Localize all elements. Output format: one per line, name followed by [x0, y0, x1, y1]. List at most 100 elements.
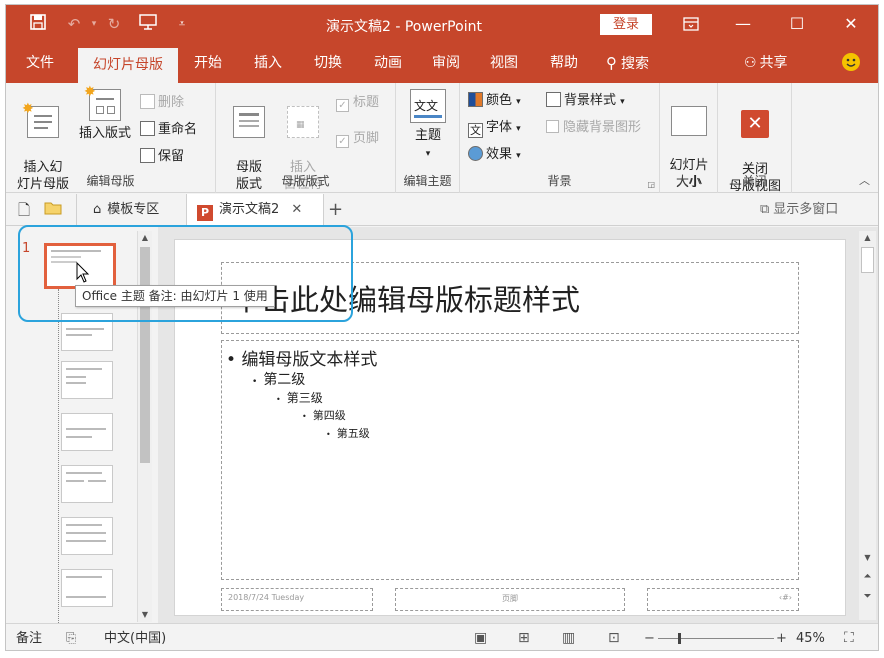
document-tab[interactable]: P 演示文稿2 ✕ — [186, 194, 324, 226]
language-label[interactable]: 中文(中国) — [104, 624, 166, 650]
maximize-icon[interactable]: ☐ — [774, 5, 820, 43]
group-label-master-layout: 母版版式 — [281, 174, 330, 188]
new-file-icon[interactable]: 🗋 — [18, 194, 30, 226]
slide-sorter-icon[interactable]: ⊞ — [518, 624, 530, 650]
open-folder-icon[interactable] — [44, 194, 62, 226]
layout-thumbnail[interactable] — [61, 465, 113, 503]
insert-slide-master-icon: ✸ — [22, 101, 59, 138]
collapse-ribbon-icon[interactable]: ︿ — [859, 172, 870, 188]
scroll-down-arrow-icon[interactable]: ▼ — [138, 608, 152, 622]
previous-slide-icon[interactable]: ⏶ — [859, 571, 876, 582]
body-level-2: • 第二级 — [252, 372, 306, 388]
effects-button[interactable]: 效果 ▾ — [468, 145, 521, 165]
notes-label[interactable]: 备注 — [16, 624, 42, 650]
tab-transitions[interactable]: 切换 — [302, 43, 354, 83]
fonts-button[interactable]: 文字体 ▾ — [468, 118, 521, 138]
minimize-icon[interactable]: — — [720, 5, 766, 43]
close-icon[interactable]: ✕ — [828, 5, 874, 43]
preserve-label: 保留 — [158, 149, 185, 164]
normal-view-icon[interactable]: ▣ — [474, 624, 487, 650]
themes-dropdown-icon: ▾ — [425, 149, 431, 159]
group-label-edit-master: 编辑母版 — [86, 174, 135, 188]
slideshow-icon[interactable]: ⊡ — [608, 624, 620, 650]
preserve-button[interactable]: 保留 — [140, 147, 184, 167]
present-icon[interactable] — [138, 14, 158, 34]
colors-icon — [468, 92, 483, 107]
layout-thumbnail[interactable] — [61, 361, 113, 399]
layout-thumbnail[interactable] — [61, 517, 113, 555]
title-checkbox[interactable]: ✓ 标题 — [336, 93, 379, 113]
themes-icon: 文文 — [410, 89, 446, 123]
fit-to-window-icon[interactable]: ⛶ — [844, 624, 854, 650]
zoom-slider[interactable] — [658, 633, 774, 644]
person-icon: ⚇ — [744, 55, 757, 71]
background-styles-button[interactable]: 背景样式 ▾ — [546, 91, 625, 111]
preserve-icon — [140, 148, 155, 163]
background-dialog-launcher-icon[interactable]: ◲ — [647, 180, 655, 189]
zoom-out-icon[interactable]: − — [644, 624, 655, 650]
powerpoint-file-icon: P — [197, 205, 213, 221]
insert-layout-button[interactable]: ✸ 插入版式 — [74, 84, 136, 142]
tab-insert[interactable]: 插入 — [242, 43, 294, 83]
reading-view-icon[interactable]: ▥ — [562, 624, 575, 650]
zoom-level[interactable]: 45% — [796, 624, 825, 650]
layout-thumbnail[interactable] — [61, 569, 113, 607]
tab-help[interactable]: 帮助 — [538, 43, 590, 83]
tab-animations[interactable]: 动画 — [362, 43, 414, 83]
group-label-close: 关闭 — [742, 174, 767, 188]
accessibility-icon[interactable]: ⎘ — [66, 624, 76, 650]
zoom-slider-thumb[interactable] — [678, 633, 681, 644]
login-button[interactable]: 登录 — [600, 14, 652, 35]
date-placeholder[interactable]: 2018/7/24 Tuesday — [221, 588, 373, 611]
template-zone-tab[interactable]: ⌂ 模板专区 — [76, 194, 180, 226]
title-checkbox-label: 标题 — [353, 95, 380, 110]
layout-thumbnail[interactable] — [61, 413, 113, 451]
undo-icon[interactable]: ↶ — [64, 14, 84, 34]
rename-button[interactable]: 重命名 — [140, 120, 197, 140]
fonts-icon: 文 — [468, 123, 483, 138]
share-button[interactable]: ⚇ 共享 — [744, 43, 804, 83]
feedback-smiley-icon[interactable] — [838, 43, 864, 83]
template-zone-label: 模板专区 — [107, 202, 160, 217]
slide-scrollbar[interactable]: ▲ ▼ ⏶ ⏷ — [859, 231, 876, 620]
tab-review[interactable]: 审阅 — [420, 43, 472, 83]
slide-size-icon — [671, 106, 707, 136]
search-label: 搜索 — [621, 56, 649, 72]
zoom-in-icon[interactable]: + — [776, 624, 787, 650]
insert-placeholder-icon: ▦ — [287, 106, 319, 138]
title-bar: ↶ ▾ ↻ ⩡ 演示文稿2 - PowerPoint 登录 — ☐ ✕ — [6, 5, 878, 43]
tab-slide-master[interactable]: 幻灯片母版 — [78, 48, 178, 83]
close-tab-icon[interactable]: ✕ — [291, 202, 302, 217]
themes-button[interactable]: 文文 主题 ▾ — [402, 89, 454, 163]
delete-label: 删除 — [158, 95, 185, 110]
effects-icon — [468, 146, 483, 161]
thumbnail-tooltip: Office 主题 备注: 由幻灯片 1 使用 — [75, 285, 275, 307]
save-icon[interactable] — [28, 14, 48, 34]
tab-file[interactable]: 文件 — [12, 43, 68, 83]
group-label-edit-theme: 编辑主题 — [403, 174, 452, 188]
footer-placeholder[interactable]: 页脚 — [395, 588, 625, 611]
next-slide-icon[interactable]: ⏷ — [859, 591, 876, 602]
footer-checkbox[interactable]: ✓ 页脚 — [336, 129, 379, 149]
slide-scroll-down-icon[interactable]: ▼ — [859, 551, 876, 565]
customize-qat-icon[interactable]: ⩡ — [172, 14, 192, 34]
effects-label: 效果 — [486, 147, 513, 162]
redo-icon[interactable]: ↻ — [104, 14, 124, 34]
tab-home[interactable]: 开始 — [182, 43, 234, 83]
show-multi-window-button[interactable]: ⧉ 显示多窗口 — [760, 194, 838, 226]
delete-button[interactable]: 删除 — [140, 93, 184, 113]
home-icon: ⌂ — [93, 202, 102, 217]
slide-scroll-up-icon[interactable]: ▲ — [859, 231, 876, 245]
ribbon-display-icon[interactable] — [668, 5, 714, 43]
undo-dropdown-icon[interactable]: ▾ — [84, 14, 104, 34]
search-box[interactable]: ⚲ 搜索 — [606, 43, 676, 83]
slide-scroll-thumb[interactable] — [861, 247, 874, 273]
body-level-1: • 编辑母版文本样式 — [226, 350, 378, 370]
slide-number-placeholder[interactable]: ‹#› — [647, 588, 799, 611]
body-placeholder[interactable]: • 编辑母版文本样式 • 第二级 • 第三级 • 第四级 • 第五级 — [221, 340, 799, 580]
tab-view[interactable]: 视图 — [478, 43, 530, 83]
annotation-highlight — [18, 225, 353, 322]
hide-background-checkbox[interactable]: 隐藏背景图形 — [546, 118, 641, 138]
colors-button[interactable]: 颜色 ▾ — [468, 91, 521, 111]
new-tab-icon[interactable]: + — [328, 194, 343, 226]
